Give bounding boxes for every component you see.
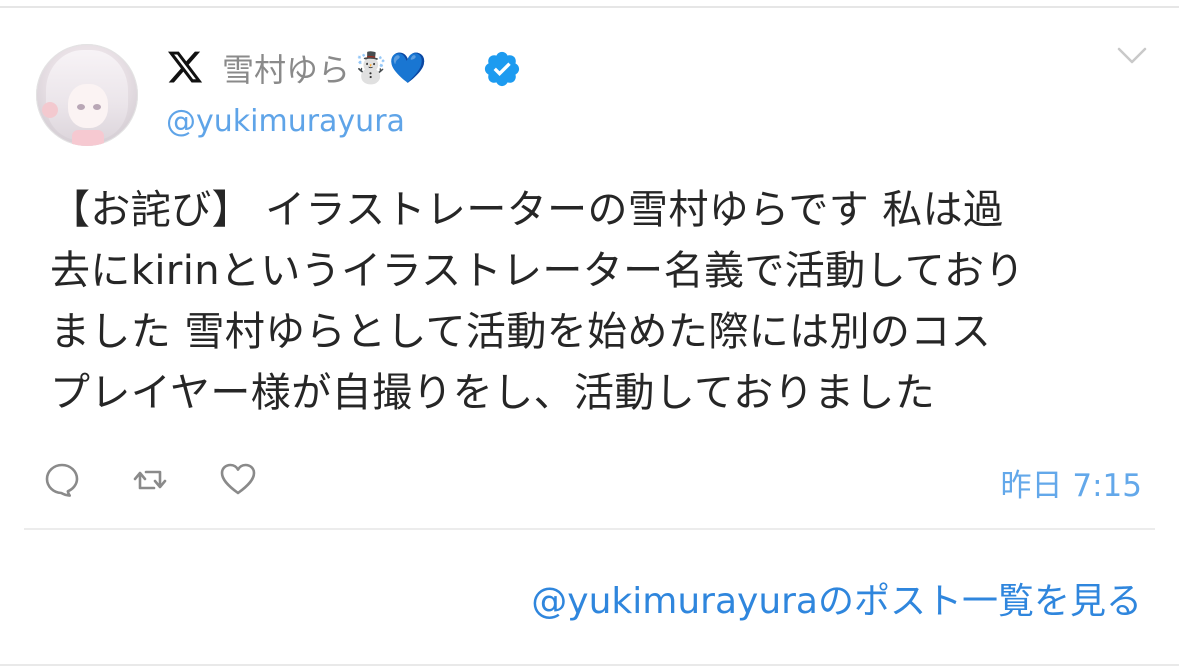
reply-icon[interactable] bbox=[42, 460, 82, 500]
like-icon[interactable] bbox=[218, 460, 258, 500]
tweet-text: 【お詫び】 イラストレーターの雪村ゆらです 私は過 去にkirinというイラスト… bbox=[50, 180, 1120, 424]
action-bar bbox=[42, 460, 306, 500]
tweet-line: 【お詫び】 イラストレーターの雪村ゆらです 私は過 bbox=[50, 187, 1004, 233]
divider bbox=[24, 528, 1155, 530]
view-posts-link[interactable]: @yukimurayuraのポスト一覧を見る bbox=[531, 572, 1142, 624]
timestamp[interactable]: 昨日 7:15 bbox=[1001, 460, 1142, 505]
user-handle[interactable]: @yukimurayura bbox=[166, 104, 405, 139]
display-name[interactable]: 雪村ゆら bbox=[222, 45, 350, 91]
bottom-border bbox=[0, 664, 1179, 666]
tweet-line: ました 雪村ゆらとして活動を始めた際には別のコス bbox=[50, 309, 992, 355]
avatar[interactable] bbox=[36, 44, 138, 146]
chevron-down-icon[interactable] bbox=[1116, 46, 1148, 66]
tweet-line: 去にkirinというイラストレーター名義で活動しており bbox=[50, 248, 1025, 294]
display-name-row[interactable]: 雪村ゆら ☃️💙 bbox=[222, 44, 427, 92]
top-border bbox=[0, 6, 1179, 8]
tweet-line: プレイヤー様が自撮りをし、活動しておりました bbox=[50, 370, 936, 416]
retweet-icon[interactable] bbox=[130, 460, 170, 500]
x-logo-icon[interactable] bbox=[166, 48, 204, 86]
name-emoji: ☃️💙 bbox=[352, 50, 427, 86]
verified-badge-icon bbox=[484, 51, 520, 87]
